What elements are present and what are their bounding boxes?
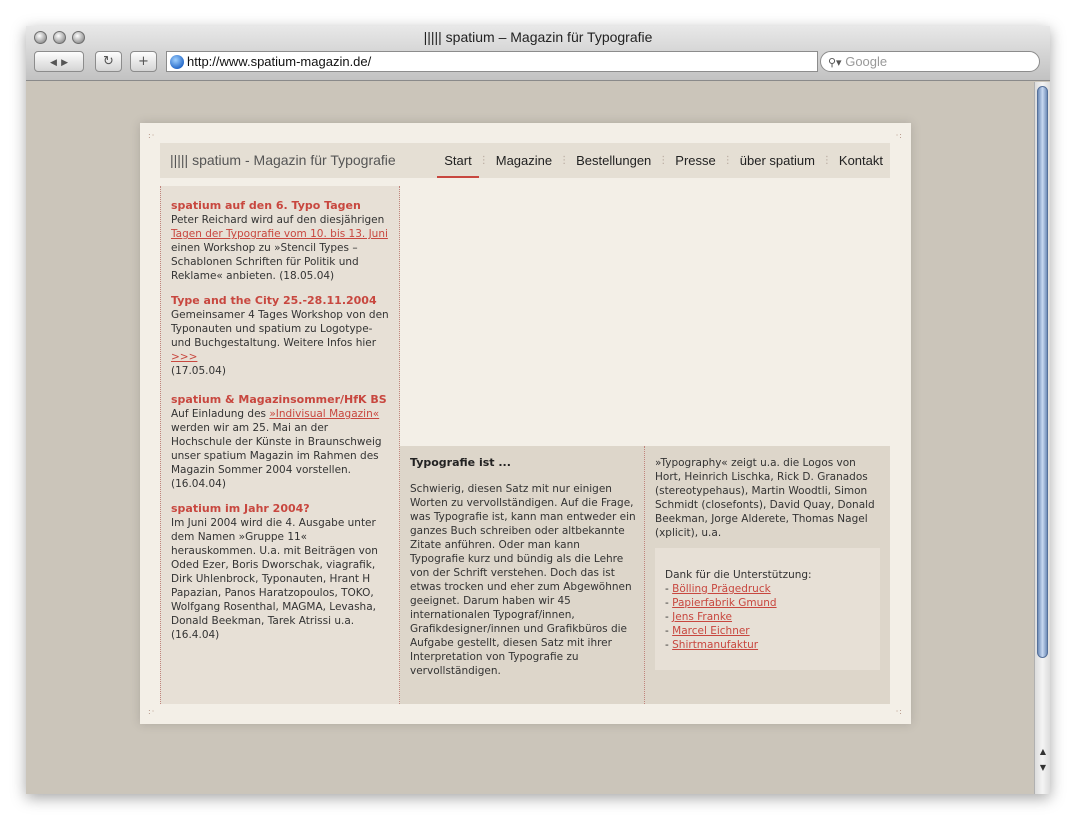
vertical-scrollbar[interactable]: ▲ ▼	[1034, 82, 1050, 794]
site-logo[interactable]: ||||| spatium - Magazin für Typografie	[170, 152, 396, 168]
reload-button[interactable]: ↻	[95, 51, 122, 72]
main-nav: Start ⋮ Magazine ⋮ Bestellungen ⋮ Presse…	[437, 143, 890, 178]
news-title: spatium im Jahr 2004?	[171, 502, 310, 515]
address-bar[interactable]: http://www.spatium-magazin.de/	[166, 51, 818, 72]
nav-ueber-spatium[interactable]: über spatium	[733, 143, 822, 178]
window-title: ||||| spatium – Magazin für Typografie	[423, 29, 653, 45]
sponsor-item: - Papierfabrik Gmund	[665, 597, 777, 609]
info-text: »Typography« zeigt u.a. die Logos von Ho…	[655, 457, 875, 539]
scroll-down-icon[interactable]: ▼	[1037, 762, 1049, 774]
news-text: werden wir am 25. Mai an der Hochschule …	[171, 422, 382, 490]
search-icon: ⚲▾	[828, 57, 842, 69]
sponsor-item: - Jens Franke	[665, 611, 733, 623]
feature-area	[400, 186, 890, 446]
news-title: spatium & Magazinsommer/HfK BS	[171, 393, 387, 406]
back-icon[interactable]: ◀	[50, 58, 57, 68]
sponsor-link[interactable]: Papierfabrik Gmund	[672, 597, 776, 609]
sponsor-link[interactable]: Shirtmanufaktur	[672, 639, 758, 651]
news-item: spatium auf den 6. Typo Tagen Peter Reic…	[171, 198, 391, 283]
sponsor-item: - Shirtmanufaktur	[665, 639, 759, 651]
search-placeholder: Google	[845, 54, 888, 69]
news-text: (17.05.04)	[171, 365, 226, 377]
nav-presse[interactable]: Presse	[668, 143, 722, 178]
nav-start[interactable]: Start	[437, 143, 480, 178]
news-text: Peter Reichard wird auf den diesjährigen	[171, 214, 385, 226]
corner-dots: ·:	[895, 707, 903, 716]
nav-separator: ⋮	[559, 155, 570, 166]
sponsor-link[interactable]: Bölling Prägedruck	[672, 583, 771, 595]
sponsor-link[interactable]: Marcel Eichner	[672, 625, 749, 637]
forward-icon[interactable]: ▶	[61, 58, 68, 68]
scroll-up-icon[interactable]: ▲	[1037, 746, 1049, 758]
title-bar: ||||| spatium – Magazin für Typografie ◀…	[26, 26, 1050, 81]
nav-bestellungen[interactable]: Bestellungen	[569, 143, 658, 178]
nav-separator: ⋮	[478, 155, 489, 166]
news-link[interactable]: »Indivisual Magazin«	[269, 408, 379, 420]
intro-title: Typografie ist ...	[410, 456, 511, 469]
corner-dots: :·	[148, 131, 156, 140]
news-item: spatium im Jahr 2004? Im Juni 2004 wird …	[171, 501, 391, 642]
nav-separator: ⋮	[658, 155, 669, 166]
sponsors-title: Dank für die Unterstützung:	[665, 569, 812, 581]
intro-column: Typografie ist ... Schwierig, diesen Sat…	[400, 446, 645, 704]
nav-magazine[interactable]: Magazine	[489, 143, 559, 178]
news-text: Gemeinsamer 4 Tages Workshop von den Typ…	[171, 309, 389, 349]
news-link[interactable]: >>>	[171, 351, 197, 363]
sponsor-item: - Bölling Prägedruck	[665, 583, 771, 595]
corner-dots: ·:	[895, 131, 903, 140]
nav-kontakt[interactable]: Kontakt	[832, 143, 890, 178]
site-header: ||||| spatium - Magazin für Typografie S…	[160, 143, 890, 178]
sponsor-link[interactable]: Jens Franke	[672, 611, 732, 623]
info-column: »Typography« zeigt u.a. die Logos von Ho…	[645, 446, 890, 704]
intro-text: Schwierig, diesen Satz mit nur einigen W…	[410, 483, 636, 677]
globe-icon	[170, 55, 184, 69]
news-column: spatium auf den 6. Typo Tagen Peter Reic…	[160, 186, 400, 704]
corner-dots: :·	[148, 707, 156, 716]
news-item: Type and the City 25.-28.11.2004 Gemeins…	[171, 293, 391, 378]
search-field[interactable]: ⚲▾ Google	[820, 51, 1040, 72]
reload-icon: ↻	[103, 54, 114, 69]
news-text: einen Workshop zu »Stencil Types – Schab…	[171, 242, 359, 282]
web-page: :· ·: :· ·: ||||| spatium - Magazin für …	[140, 123, 911, 724]
plus-icon: +	[138, 54, 149, 69]
news-title: Type and the City 25.-28.11.2004	[171, 294, 377, 307]
news-title: spatium auf den 6. Typo Tagen	[171, 199, 361, 212]
add-bookmark-button[interactable]: +	[130, 51, 157, 72]
sponsors-box: Dank für die Unterstützung: - Bölling Pr…	[655, 548, 880, 670]
news-link[interactable]: Tagen der Typografie vom 10. bis 13. Jun…	[171, 228, 388, 240]
nav-separator: ⋮	[821, 155, 832, 166]
url-text[interactable]: http://www.spatium-magazin.de/	[187, 54, 371, 69]
news-text: Im Juni 2004 wird die 4. Ausgabe unter d…	[171, 517, 378, 641]
news-item: spatium & Magazinsommer/HfK BS Auf Einla…	[171, 392, 391, 491]
nav-separator: ⋮	[722, 155, 733, 166]
sponsor-item: - Marcel Eichner	[665, 625, 750, 637]
browser-window: ||||| spatium – Magazin für Typografie ◀…	[26, 26, 1050, 794]
news-text: Auf Einladung des	[171, 408, 267, 420]
scrollbar-thumb[interactable]	[1037, 86, 1048, 658]
back-forward-buttons[interactable]: ◀ ▶	[34, 51, 84, 72]
